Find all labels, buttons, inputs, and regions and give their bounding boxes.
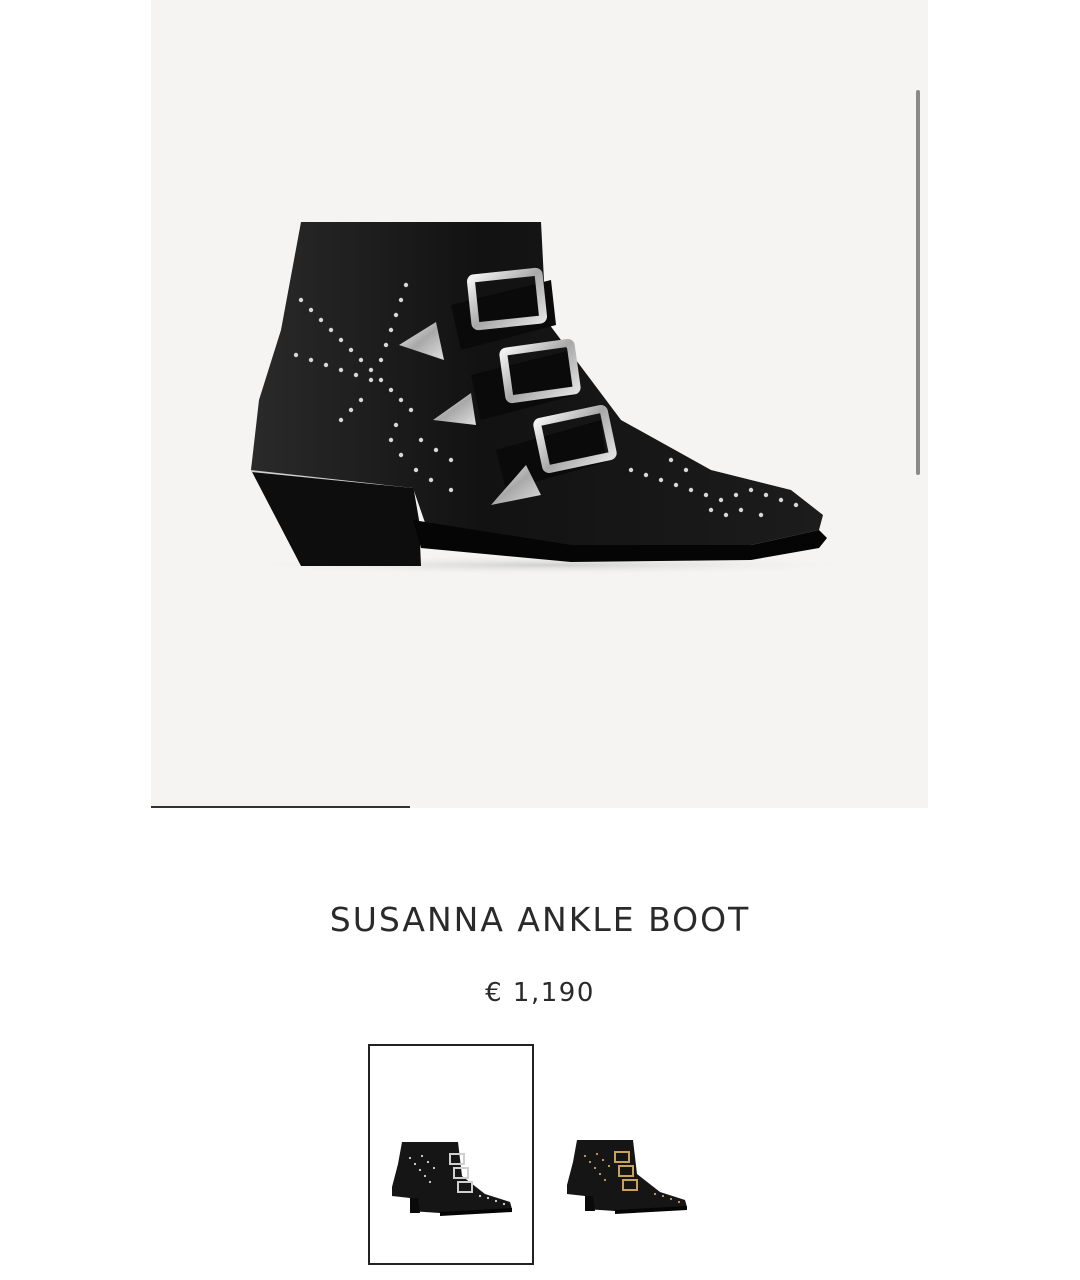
boot-thumbnail-gold [567, 1140, 687, 1214]
boot-thumbnail-silver [392, 1142, 512, 1216]
color-swatch-black-silver[interactable] [368, 1044, 534, 1265]
product-title: SUSANNA ANKLE BOOT [329, 900, 751, 939]
product-price: € 1,190 [485, 978, 595, 1008]
gallery-progress-track [151, 806, 928, 808]
gallery-progress-fill [151, 806, 410, 808]
boot-image [221, 222, 881, 575]
color-swatch-black-gold[interactable] [545, 1044, 711, 1265]
page-scrollbar[interactable] [916, 90, 920, 475]
product-image-gallery[interactable] [151, 0, 928, 808]
